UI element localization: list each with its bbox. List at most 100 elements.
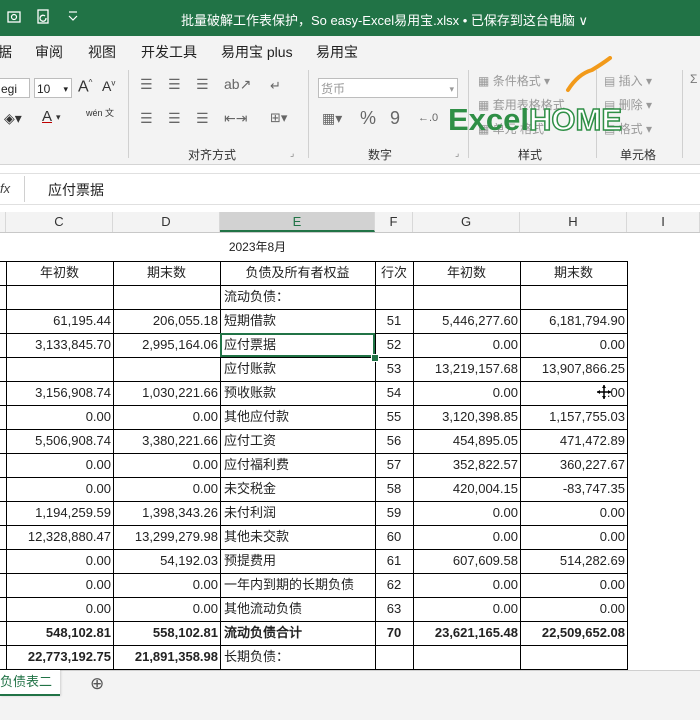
table-cell-h[interactable]: -83,747.35 [520, 477, 627, 501]
table-cell-d[interactable]: 21,891,358.98 [113, 645, 220, 669]
table-cell-d[interactable] [113, 285, 220, 309]
table-header-h[interactable]: 期末数 [520, 261, 627, 285]
align-center-icon[interactable]: ☰ [168, 110, 181, 127]
column-header-f[interactable]: F [375, 212, 413, 232]
comma-style-icon[interactable]: 9 [390, 108, 400, 129]
table-cell-e[interactable]: 预收账款 [220, 381, 375, 405]
table-cell-f[interactable] [375, 285, 413, 309]
table-cell-f[interactable]: 59 [375, 501, 413, 525]
table-cell-c[interactable]: 0.00 [6, 477, 113, 501]
sheet-tab-active[interactable]: 负债表二 [0, 670, 60, 696]
screenshot-icon[interactable] [6, 9, 22, 28]
align-left-icon[interactable]: ☰ [140, 110, 153, 127]
table-cell-g[interactable]: 0.00 [413, 501, 520, 525]
table-cell-c[interactable]: 0.00 [6, 573, 113, 597]
table-cell-d[interactable]: 0.00 [113, 405, 220, 429]
table-cell-g[interactable]: 0.00 [413, 525, 520, 549]
table-cell-c[interactable]: 22,773,192.75 [6, 645, 113, 669]
table-cell-h[interactable]: 22,509,652.08 [520, 621, 627, 645]
table-cell-c[interactable] [6, 357, 113, 381]
dialog-launcher-icon[interactable]: ⌟ [455, 148, 459, 159]
table-header-c[interactable]: 年初数 [6, 261, 113, 285]
tab-easy-tool[interactable]: 易用宝 [316, 42, 358, 62]
table-cell-g[interactable] [413, 645, 520, 669]
table-cell-g[interactable]: 3,120,398.85 [413, 405, 520, 429]
align-bottom-icon[interactable]: ☰ [196, 76, 209, 93]
table-header-f[interactable]: 行次 [375, 261, 413, 285]
column-header-h[interactable]: H [520, 212, 627, 232]
table-cell-e[interactable]: 应付工资 [220, 429, 375, 453]
table-cell-d[interactable]: 0.00 [113, 597, 220, 621]
table-cell-g[interactable]: 0.00 [413, 381, 520, 405]
table-cell-e[interactable]: 其他应付款 [220, 405, 375, 429]
fill-handle[interactable] [371, 354, 379, 362]
table-cell-c[interactable]: 0.00 [6, 549, 113, 573]
table-cell-c[interactable]: 3,156,908.74 [6, 381, 113, 405]
grow-font-icon[interactable]: A^ [78, 78, 92, 96]
table-cell-e[interactable]: 长期负债： [220, 645, 375, 669]
accounting-format-icon[interactable]: ▦▾ [322, 110, 342, 127]
table-cell-g[interactable]: 607,609.58 [413, 549, 520, 573]
table-cell-g[interactable]: 454,895.05 [413, 429, 520, 453]
table-cell-e[interactable]: 其他流动负债 [220, 597, 375, 621]
fx-icon[interactable]: fx [0, 181, 10, 196]
table-cell-g[interactable] [413, 285, 520, 309]
table-cell-f[interactable]: 55 [375, 405, 413, 429]
table-cell-h[interactable]: 6,181,794.90 [520, 309, 627, 333]
table-cell-d[interactable]: 3,380,221.66 [113, 429, 220, 453]
table-cell-h[interactable]: 0.00 [520, 333, 627, 357]
table-cell-h[interactable]: 0.00 [520, 501, 627, 525]
table-cell-e[interactable]: 未付利润 [220, 501, 375, 525]
column-header-e[interactable]: E [220, 212, 375, 232]
add-sheet-icon[interactable]: ⊕ [90, 674, 104, 694]
table-header-e[interactable]: 负债及所有者权益 [220, 261, 375, 285]
orientation-icon[interactable]: ab↗ [224, 76, 251, 93]
table-cell-g[interactable]: 23,621,165.48 [413, 621, 520, 645]
font-name-combo[interactable]: egi [0, 78, 30, 98]
table-cell-d[interactable]: 1,030,221.66 [113, 381, 220, 405]
table-cell-d[interactable]: 13,299,279.98 [113, 525, 220, 549]
table-cell-f[interactable]: 51 [375, 309, 413, 333]
formula-input[interactable]: 应付票据 [48, 180, 104, 200]
table-cell-e[interactable]: 流动负债： [220, 285, 375, 309]
worksheet-grid[interactable]: 2023年8月 年初数 期末数 负债及所有者权益 行次 年初数 期末数 流动负债： 61,19… [0, 233, 700, 670]
tab-review[interactable]: 审阅 [35, 42, 63, 62]
table-cell-d[interactable]: 2,995,164.06 [113, 333, 220, 357]
table-cell-f[interactable]: 58 [375, 477, 413, 501]
table-cell-f[interactable]: 52 [375, 333, 413, 357]
tab-easy-tool-plus[interactable]: 易用宝 plus [221, 42, 293, 62]
table-cell-e[interactable]: 未交税金 [220, 477, 375, 501]
table-cell-f[interactable]: 61 [375, 549, 413, 573]
table-cell-c[interactable] [6, 285, 113, 309]
table-cell-f[interactable]: 53 [375, 357, 413, 381]
align-right-icon[interactable]: ☰ [196, 110, 209, 127]
column-header-g[interactable]: G [413, 212, 520, 232]
number-format-combo[interactable]: 货币 ▾ [318, 78, 458, 98]
table-cell-h[interactable] [520, 285, 627, 309]
table-cell-f[interactable]: 70 [375, 621, 413, 645]
align-top-icon[interactable]: ☰ [140, 76, 153, 93]
table-header-d[interactable]: 期末数 [113, 261, 220, 285]
table-cell-c[interactable]: 3,133,845.70 [6, 333, 113, 357]
table-cell-d[interactable]: 206,055.18 [113, 309, 220, 333]
table-cell-f[interactable]: 63 [375, 597, 413, 621]
table-cell-g[interactable]: 0.00 [413, 597, 520, 621]
customize-qat-icon[interactable] [68, 9, 78, 26]
table-cell-c[interactable]: 548,102.81 [6, 621, 113, 645]
table-cell-e[interactable]: 预提费用 [220, 549, 375, 573]
column-header-c[interactable]: C [6, 212, 113, 232]
date-header-cell[interactable]: 2023年8月 [220, 235, 295, 259]
table-cell-g[interactable]: 0.00 [413, 333, 520, 357]
table-cell-h[interactable]: 0.00 [520, 525, 627, 549]
tab-developer[interactable]: 开发工具 [141, 42, 197, 62]
tab-data[interactable]: 据 [0, 42, 12, 62]
table-cell-c[interactable]: 1,194,259.59 [6, 501, 113, 525]
table-cell-e[interactable]: 其他未交款 [220, 525, 375, 549]
table-cell-h[interactable]: 0.00 [520, 573, 627, 597]
indent-icon[interactable]: ⇤⇥ [224, 110, 247, 127]
table-cell-d[interactable]: 558,102.81 [113, 621, 220, 645]
column-header-i[interactable]: I [627, 212, 700, 232]
table-cell-f[interactable]: 56 [375, 429, 413, 453]
table-cell-g[interactable]: 0.00 [413, 573, 520, 597]
table-cell-h[interactable]: 471,472.89 [520, 429, 627, 453]
